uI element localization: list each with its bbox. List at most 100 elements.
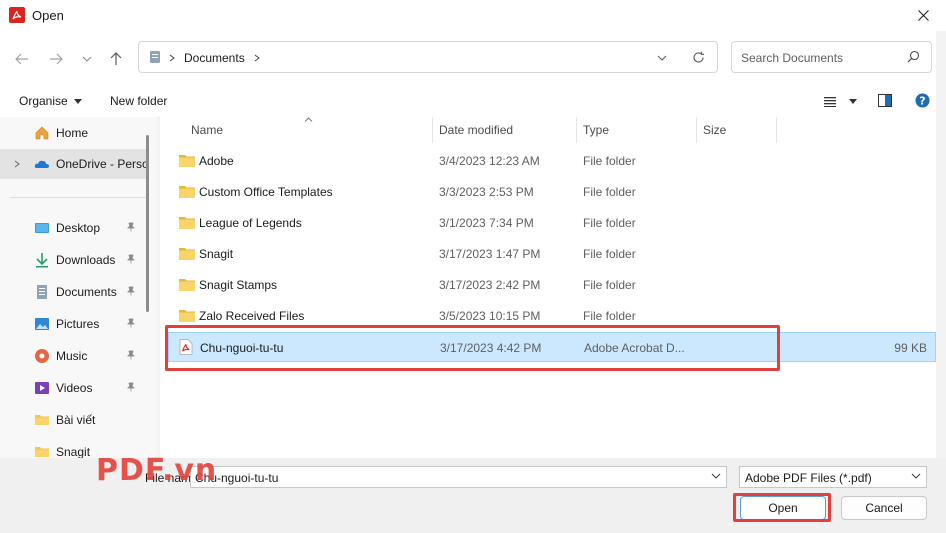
preview-pane-button[interactable] [878,94,892,110]
sidebar-item-documents[interactable]: Documents [0,277,150,307]
file-row-snagit-stamps[interactable]: Snagit Stamps 3/17/2023 2:42 PM File fol… [168,270,936,300]
file-name-field[interactable]: Chu-nguoi-tu-tu [190,466,727,488]
sidebar-item-bai-viet[interactable]: Bài viết [0,405,150,435]
organise-menu[interactable]: Organise [19,94,83,108]
sidebar-item-pictures[interactable]: Pictures [0,309,150,339]
close-button[interactable] [900,0,946,31]
column-divider[interactable] [776,117,777,143]
onedrive-cloud-icon [34,160,49,168]
file-type: File folder [583,278,636,292]
highlight-annotation [165,325,780,371]
search-input[interactable]: Search Documents [741,51,843,65]
svg-text:?: ? [919,95,925,108]
pin-icon [127,254,135,264]
sidebar-item-music[interactable]: Music [0,341,150,371]
sidebar-item-label: Documents [56,285,117,299]
file-date: 3/3/2023 2:53 PM [439,185,534,199]
file-list: Name Date modified Type Size Adobe 3/4/2… [160,117,946,458]
home-icon [35,126,49,140]
sidebar-item-downloads[interactable]: Downloads [0,245,150,275]
column-divider[interactable] [576,117,577,143]
documents-icon [37,285,47,299]
sidebar-item-label: Snagit [56,445,91,458]
column-divider[interactable] [696,117,697,143]
column-header-type[interactable]: Type [583,123,609,137]
chevron-down-icon [82,56,92,62]
column-header-size[interactable]: Size [703,123,726,137]
cancel-button[interactable]: Cancel [841,496,927,520]
folder-icon [35,447,49,457]
pin-icon [127,222,135,232]
sidebar-item-desktop[interactable]: Desktop [0,213,150,243]
column-divider[interactable] [432,117,433,143]
folder-icon [35,415,49,425]
window-edge [936,31,946,458]
address-history-dropdown-icon[interactable] [657,55,667,61]
breadcrumb-documents[interactable]: Documents [184,51,245,65]
sidebar-item-onedrive[interactable]: OneDrive - Perso [0,149,149,179]
chevron-down-icon [911,473,921,479]
column-header-name[interactable]: Name [191,123,223,137]
watermark-logo: PDF.vn [96,453,218,488]
back-button[interactable] [12,49,32,69]
chevron-right-icon[interactable] [254,54,260,62]
file-type: File folder [583,216,636,230]
file-type-filter[interactable]: Adobe PDF Files (*.pdf) [739,466,927,488]
file-row-adobe[interactable]: Adobe 3/4/2023 12:23 AM File folder [168,146,936,176]
file-date: 3/5/2023 10:15 PM [439,309,541,323]
sidebar-item-videos[interactable]: Videos [0,373,150,403]
chevron-right-icon[interactable] [14,160,20,168]
organise-label: Organise [19,94,68,108]
file-row-snagit[interactable]: Snagit 3/17/2023 1:47 PM File folder [168,239,936,269]
recent-locations-button[interactable] [77,49,97,69]
caret-down-icon [74,99,83,105]
file-name: Snagit Stamps [199,278,278,292]
file-name: Snagit [199,247,234,261]
file-type: File folder [583,309,636,323]
music-icon [35,349,49,363]
highlight-annotation [733,493,831,522]
sidebar-item-label: Music [56,349,88,363]
file-type: File folder [583,185,636,199]
caret-down-icon [849,99,858,104]
pin-icon [127,286,135,296]
search-icon [907,50,920,63]
sidebar-item-home[interactable]: Home [0,118,150,148]
pin-icon [127,318,135,328]
forward-button[interactable] [46,49,66,69]
file-row-custom-office-templates[interactable]: Custom Office Templates 3/3/2023 2:53 PM… [168,177,936,207]
column-headers: Name Date modified Type Size [160,117,946,143]
file-row-league-of-legends[interactable]: League of Legends 3/1/2023 7:34 PM File … [168,208,936,238]
documents-icon [150,51,160,63]
arrow-right-icon [50,53,63,65]
arrow-left-icon [15,53,28,65]
view-options-button[interactable] [824,96,858,110]
search-box[interactable]: Search Documents [731,41,932,73]
up-button[interactable] [106,49,126,69]
file-type-filter-value: Adobe PDF Files (*.pdf) [745,471,872,485]
folder-icon [179,310,195,322]
address-bar[interactable]: Documents [138,41,718,73]
file-date: 3/17/2023 1:47 PM [439,247,541,261]
chevron-down-icon[interactable] [711,473,721,479]
download-icon [36,253,48,268]
help-button[interactable]: ? [915,93,930,111]
navigation-pane: Home OneDrive - Perso Desktop Downloads … [0,117,157,458]
file-name: Zalo Received Files [199,309,305,323]
sidebar-item-label: Downloads [56,253,116,267]
column-header-date[interactable]: Date modified [439,123,513,137]
file-type: File folder [583,247,636,261]
list-view-icon [824,97,836,107]
sort-ascending-icon [304,117,313,122]
sidebar-item-label: Home [56,126,89,140]
new-folder-button[interactable]: New folder [110,94,167,108]
folder-icon [179,217,195,229]
preview-pane-icon [878,94,892,107]
folder-icon [179,248,195,260]
sidebar-scrollbar[interactable] [146,135,149,312]
file-date: 3/1/2023 7:34 PM [439,216,534,230]
title-bar: Open [0,0,946,31]
sidebar-divider [10,197,146,198]
help-icon: ? [915,93,930,108]
refresh-icon[interactable] [692,51,705,64]
